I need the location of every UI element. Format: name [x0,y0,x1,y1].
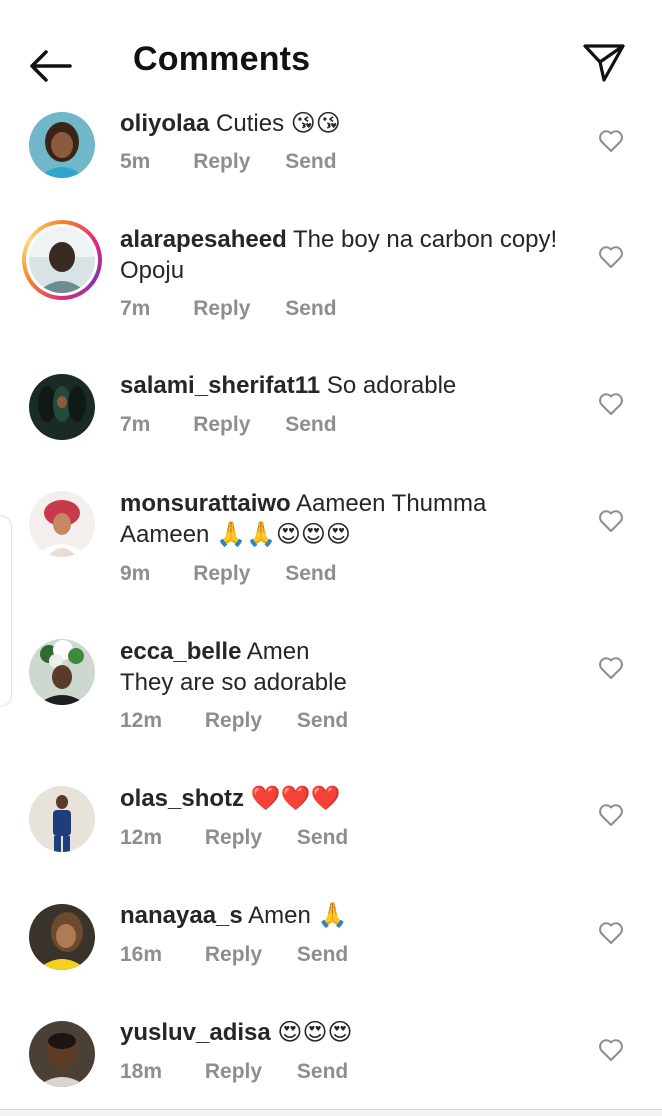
avatar[interactable] [29,1021,95,1087]
comment-text: ecca_belle Amen They are so adorable [120,636,580,698]
comment-emoji: 🙏🙏😍😍😍 [216,521,351,548]
comment-list[interactable]: oliyolaa Cuties 😘😘 5m Reply Send alarape… [0,0,662,1110]
heart-icon[interactable] [598,656,624,680]
comment-text: oliyolaa Cuties 😘😘 [120,108,580,139]
avatar[interactable] [29,491,95,557]
header: Comments [0,0,662,110]
comment-body: So adorable [326,372,457,399]
comment-meta: 18m Reply Send [120,1060,348,1084]
comment-emoji: 😍😍😍 [277,1019,353,1046]
send-button[interactable]: Send [297,826,348,850]
heart-icon[interactable] [598,392,624,416]
comment-username[interactable]: ecca_belle [120,638,241,665]
comment-time: 12m [120,709,163,732]
comment-meta: 5m Reply Send [120,150,337,174]
edge-panel-handle[interactable] [0,515,12,707]
avatar[interactable] [29,112,95,178]
page-title: Comments [133,40,311,78]
comment-time: 7m [120,413,151,436]
send-button[interactable]: Send [285,562,336,586]
comment-time: 18m [120,1060,163,1083]
avatar[interactable] [29,786,95,852]
paper-plane-icon[interactable] [580,40,628,84]
comment-meta: 12m Reply Send [120,826,348,850]
comment-meta: 7m Reply Send [120,297,337,321]
comment-meta: 12m Reply Send [120,709,348,733]
avatar[interactable] [29,639,95,705]
avatar[interactable] [29,904,95,970]
send-button[interactable]: Send [285,413,336,437]
comment-text: monsurattaiwo Aameen Thumma Aameen 🙏🙏😍😍😍 [120,488,580,550]
comment-username[interactable]: olas_shotz [120,785,244,812]
comment-body: Amen [248,902,311,929]
heart-icon[interactable] [598,803,624,827]
comment-meta: 7m Reply Send [120,413,337,437]
comment-emoji: 😘😘 [290,110,341,137]
comment-text: nanayaa_s Amen 🙏 [120,900,580,931]
comment-username[interactable]: nanayaa_s [120,902,243,929]
reply-button[interactable]: Reply [193,297,250,321]
comment-username[interactable]: monsurattaiwo [120,490,291,517]
heart-icon[interactable] [598,1038,624,1062]
story-ring[interactable] [22,220,102,300]
avatar[interactable] [29,374,95,440]
comment-username[interactable]: yusluv_adisa [120,1019,271,1046]
comment-text: olas_shotz ❤️❤️❤️ [120,783,580,814]
comment-username[interactable]: oliyolaa [120,110,209,137]
send-button[interactable]: Send [297,1060,348,1084]
reply-button[interactable]: Reply [205,943,262,967]
send-button[interactable]: Send [297,943,348,967]
comment-body-line2: They are so adorable [120,669,347,696]
send-button[interactable]: Send [285,150,336,174]
comment-time: 7m [120,297,151,320]
comment-body: Amen [246,638,310,665]
reply-button[interactable]: Reply [205,826,262,850]
arrow-left-icon[interactable] [26,44,76,88]
send-button[interactable]: Send [297,709,348,733]
reply-button[interactable]: Reply [205,1060,262,1084]
comment-text: alarapesaheed The boy na carbon copy! Op… [120,224,580,286]
comment-body: Cuties [216,110,285,137]
send-button[interactable]: Send [285,297,336,321]
comment-text: salami_sherifat11 So adorable [120,370,580,401]
comment-time: 5m [120,150,151,173]
comment-username[interactable]: alarapesaheed [120,226,287,253]
reply-button[interactable]: Reply [193,562,250,586]
comment-text: yusluv_adisa 😍😍😍 [120,1017,580,1048]
heart-icon[interactable] [598,245,624,269]
heart-icon[interactable] [598,921,624,945]
avatar [29,227,95,293]
comment-time: 9m [120,562,151,585]
reply-button[interactable]: Reply [193,413,250,437]
comment-emoji: 🙏 [317,902,348,929]
comment-time: 16m [120,943,163,966]
comment-time: 12m [120,826,163,849]
heart-icon[interactable] [598,129,624,153]
heart-icon[interactable] [598,509,624,533]
comment-meta: 9m Reply Send [120,562,337,586]
comment-username[interactable]: salami_sherifat11 [120,372,320,399]
reply-button[interactable]: Reply [193,150,250,174]
comment-meta: 16m Reply Send [120,943,348,967]
comment-emoji: ❤️❤️❤️ [250,785,341,812]
reply-button[interactable]: Reply [205,709,262,733]
